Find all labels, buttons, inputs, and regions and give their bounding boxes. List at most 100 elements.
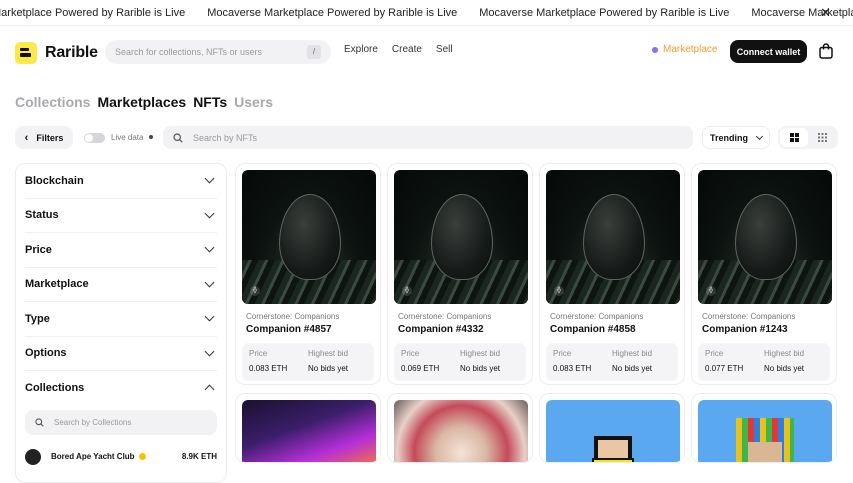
search-placeholder: Search for collections, NFTs or users [115,47,263,57]
search-icon [173,132,183,143]
facet-label: Options [25,347,67,360]
nft-image: ⟠ [698,170,832,304]
facet-label: Price [25,243,52,256]
bid-label: Highest bid [764,349,805,358]
nft-title: Companion #4857 [246,324,332,335]
nft-title: Companion #4858 [550,324,636,335]
price-label: Price [705,349,724,358]
nft-card[interactable]: ⟠ Cornerstone: Companions Companion #485… [539,163,685,385]
facet-type[interactable]: Type [25,302,217,337]
verified-badge-icon [138,453,146,461]
top-navigation: Rarible Search for collections, NFTs or … [0,26,853,80]
nft-price-box: Price 0.069 ETH Highest bid No bids yet [394,343,526,381]
nft-image [546,400,680,462]
marketplace-link[interactable]: Marketplace [652,44,717,55]
collections-search-input[interactable]: Search by Collections [25,409,217,435]
nav-sell[interactable]: Sell [436,44,453,55]
nft-image [394,400,528,462]
live-data-label: Live data [111,133,144,142]
logo[interactable]: Rarible [15,42,98,64]
nft-price-box: Price 0.083 ETH Highest bid No bids yet [242,343,374,381]
sort-dropdown[interactable]: Trending [702,126,770,149]
tab-nfts[interactable]: NFTs [193,94,227,110]
grid-small-icon [817,133,827,142]
bid-value: No bids yet [612,364,653,373]
live-data-toggle[interactable] [84,133,105,143]
collection-list-item[interactable]: Bored Ape Yacht Club 8.9K ETH [25,448,217,465]
filters-button[interactable]: ‹ Filters [15,126,73,149]
nft-image [242,400,376,462]
facet-status[interactable]: Status [25,199,217,233]
nft-image [698,400,832,462]
nft-title: Companion #4332 [398,324,484,335]
chevron-left-icon: ‹ [24,131,29,144]
logo-text: Rarible [45,44,98,61]
explore-tabs: Collections Marketplaces NFTs Users [15,94,273,110]
facet-marketplace[interactable]: Marketplace [25,268,217,302]
nft-image: ⟠ [546,170,680,304]
announcement-ticker: Marketplace Powered by Rarible is Live M… [0,0,853,26]
connect-wallet-button[interactable]: Connect wallet [730,40,807,63]
grid-large-icon [789,133,799,142]
nft-card[interactable]: ⟠ Cornerstone: Companions Companion #433… [387,163,533,385]
nav-explore[interactable]: Explore [344,44,378,55]
tab-users[interactable]: Users [234,94,273,110]
close-icon[interactable]: ✕ [820,6,831,20]
ethereum-icon: ⟠ [250,286,260,296]
grid-large-view-button[interactable] [780,128,808,147]
facet-collections[interactable]: Collections [25,371,217,406]
ticker-item[interactable]: Mocaverse Marketplace Powered by Rarible… [479,0,729,25]
nft-card[interactable] [691,393,837,463]
price-value: 0.083 ETH [249,364,288,373]
nft-collection-name: Cornerstone: Companions [398,312,492,321]
nft-search-input[interactable]: Search by NFTs [163,126,693,149]
shopping-bag-icon[interactable] [819,43,833,59]
ticker-item[interactable]: Marketplace Powered by Rarible is Live [0,0,185,25]
nft-card[interactable]: ⟠ Cornerstone: Companions Companion #124… [691,163,837,385]
price-label: Price [401,349,420,358]
nft-card[interactable] [387,393,533,463]
nft-title: Companion #1243 [702,324,788,335]
collections-search-placeholder: Search by Collections [54,417,132,427]
tab-collections[interactable]: Collections [15,94,90,110]
facet-options[interactable]: Options [25,337,217,371]
nft-collection-name: Cornerstone: Companions [246,312,340,321]
ethereum-icon: ⟠ [706,286,716,296]
price-value: 0.069 ETH [401,364,440,373]
facet-blockchain[interactable]: Blockchain [25,164,217,199]
avatar [25,448,41,465]
nav-create[interactable]: Create [392,44,422,55]
price-value: 0.077 ETH [705,364,744,373]
facet-price[interactable]: Price [25,233,217,268]
nft-card[interactable] [235,393,381,463]
collection-name: Bored Ape Yacht Club [51,452,135,461]
filters-label: Filters [36,132,64,143]
chevron-down-icon [204,346,215,357]
nft-card[interactable]: ⟠ Cornerstone: Companions Companion #485… [235,163,381,385]
ticker-item[interactable]: Mocaverse Marketplace Powered by Rar [751,0,853,25]
nft-search-placeholder: Search by NFTs [193,132,258,143]
nft-image: ⟠ [394,170,528,304]
live-indicator-dot [149,135,153,139]
price-label: Price [553,349,572,358]
nft-price-box: Price 0.077 ETH Highest bid No bids yet [698,343,830,381]
nft-collection-name: Cornerstone: Companions [702,312,796,321]
nft-price-box: Price 0.083 ETH Highest bid No bids yet [546,343,678,381]
bid-value: No bids yet [460,364,501,373]
chevron-up-icon [204,384,215,395]
chevron-down-icon [204,208,215,219]
chevron-down-icon [204,277,215,288]
collection-volume: 8.9K ETH [181,452,217,461]
marketplace-link-label: Marketplace [663,44,718,55]
view-toggle [778,126,838,149]
grid-small-view-button[interactable] [808,128,836,147]
ethereum-icon: ⟠ [402,286,412,296]
bid-value: No bids yet [308,364,349,373]
filters-sidebar: Blockchain Status Price Marketplace Type… [15,163,227,483]
tab-marketplaces[interactable]: Marketplaces [97,94,186,110]
global-search-input[interactable]: Search for collections, NFTs or users / [105,40,331,64]
bid-label: Highest bid [612,349,653,358]
nft-card[interactable] [539,393,685,463]
ticker-item[interactable]: Mocaverse Marketplace Powered by Rarible… [207,0,457,25]
ethereum-icon: ⟠ [554,286,564,296]
